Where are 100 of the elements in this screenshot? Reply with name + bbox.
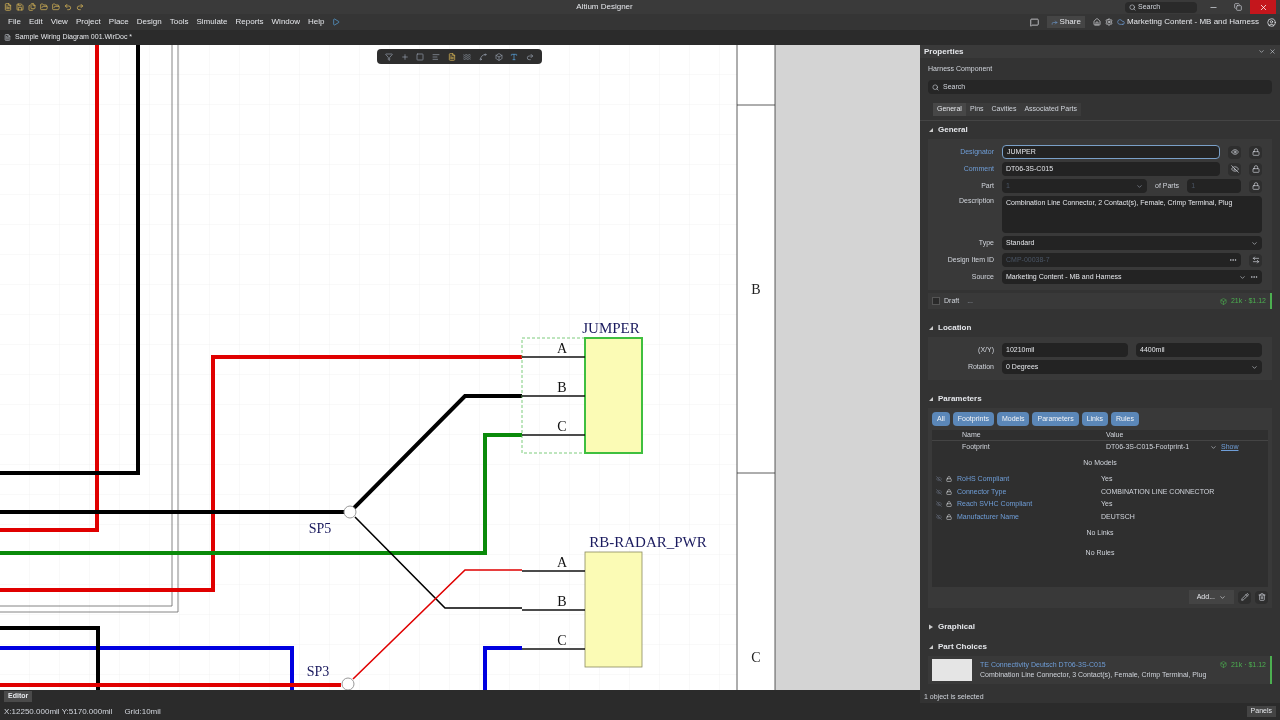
visibility-icon[interactable] <box>1228 145 1241 159</box>
menu-item[interactable]: Tools <box>165 16 193 28</box>
share-icon <box>1050 18 1058 26</box>
more-icon[interactable] <box>1229 256 1237 264</box>
quick-access-icon[interactable] <box>76 3 84 11</box>
pin-line <box>521 434 586 436</box>
section-title[interactable]: General <box>938 124 968 136</box>
expanded-triangle-icon[interactable] <box>928 127 934 133</box>
menu-item[interactable]: Place <box>104 16 133 28</box>
lock-icon[interactable] <box>1249 145 1262 159</box>
pin-label: A <box>556 555 568 570</box>
pin-line <box>521 570 586 572</box>
lock-icon[interactable] <box>946 501 952 508</box>
search-icon <box>932 83 939 91</box>
workspace-button[interactable]: Marketing Content - MB and Harness <box>1116 16 1259 28</box>
toolbar-tool-icon[interactable] <box>510 52 519 61</box>
expanded-triangle-icon[interactable] <box>928 644 934 650</box>
quick-access-icon[interactable] <box>64 3 72 11</box>
menu-item[interactable]: Reports <box>231 16 268 28</box>
pin-label: B <box>557 594 567 609</box>
grid-size: Grid:10mil <box>124 705 161 718</box>
caret-icon <box>1239 273 1246 281</box>
toolbar-tool-icon[interactable] <box>400 52 409 61</box>
lock-icon[interactable] <box>1249 179 1262 193</box>
edit-icon[interactable] <box>1238 590 1251 604</box>
lock-icon[interactable] <box>946 476 952 483</box>
close-icon <box>1258 2 1268 12</box>
lock-icon[interactable] <box>1249 162 1262 176</box>
menu-item[interactable]: Design <box>132 16 166 28</box>
user-icon[interactable] <box>1267 17 1276 27</box>
lock-icon[interactable] <box>946 513 952 520</box>
menu-item[interactable]: File <box>4 16 25 28</box>
zone-label: C <box>751 650 761 665</box>
toolbar-tool-icon[interactable] <box>384 52 393 61</box>
caret-icon <box>1219 593 1226 601</box>
search-icon <box>1129 3 1136 11</box>
quick-access-icon[interactable] <box>4 3 12 11</box>
wire[interactable] <box>354 516 523 609</box>
photo-placeholder <box>932 659 972 681</box>
wire[interactable] <box>0 646 294 690</box>
wire[interactable] <box>0 355 522 592</box>
splice-point[interactable] <box>343 505 357 519</box>
comment-icon[interactable] <box>1029 17 1039 27</box>
toolbar-tool-icon[interactable] <box>463 52 472 61</box>
menu-item[interactable]: Edit <box>24 16 47 28</box>
wire[interactable] <box>0 394 522 514</box>
lock-icon[interactable] <box>946 488 952 495</box>
toolbar-tool-icon[interactable] <box>494 52 503 61</box>
swap-icon[interactable] <box>1249 253 1262 267</box>
wire[interactable] <box>0 433 522 555</box>
home-icon[interactable] <box>1092 18 1101 26</box>
panel-menu-icon[interactable] <box>1258 48 1265 55</box>
pin-line <box>521 395 586 397</box>
more-icon[interactable] <box>1250 273 1258 281</box>
section-title[interactable]: Graphical <box>938 621 975 633</box>
restore-icon[interactable] <box>1234 3 1242 11</box>
share-button[interactable]: Share <box>1046 16 1085 28</box>
section-title[interactable]: Location <box>938 322 972 334</box>
checkbox[interactable] <box>932 297 940 305</box>
caret-icon <box>1136 182 1143 190</box>
play-icon[interactable] <box>332 18 341 26</box>
collapsed-triangle-icon[interactable] <box>928 624 934 630</box>
pin-line <box>521 609 586 611</box>
section-title[interactable]: Parameters <box>938 393 982 405</box>
wire[interactable] <box>352 569 523 680</box>
connector-designator: RB-RADAR_PWR <box>589 534 707 550</box>
toolbar-tool-icon[interactable] <box>431 52 440 61</box>
toolbar-tool-icon[interactable] <box>526 52 535 61</box>
menu-item[interactable]: Simulate <box>192 16 232 28</box>
menu-item[interactable]: Window <box>267 16 304 28</box>
hidden-icon[interactable] <box>1228 162 1241 176</box>
settings-icon[interactable] <box>1104 18 1113 26</box>
menu-item[interactable]: Help <box>304 16 329 28</box>
wire[interactable] <box>483 646 522 690</box>
wire[interactable] <box>0 626 100 690</box>
expanded-triangle-icon[interactable] <box>928 396 934 402</box>
expanded-triangle-icon[interactable] <box>928 325 934 331</box>
pin-label: C <box>557 419 567 434</box>
toolbar-tool-icon[interactable] <box>416 52 425 61</box>
quick-access-icon[interactable] <box>16 3 24 11</box>
close-icon[interactable] <box>1269 48 1276 55</box>
section-title[interactable]: Part Choices <box>938 641 987 653</box>
splice-label: SP5 <box>308 521 332 536</box>
wire[interactable] <box>0 45 140 475</box>
delete-icon[interactable] <box>1255 590 1268 604</box>
zone-label: B <box>751 282 761 297</box>
caret-icon[interactable] <box>1210 443 1217 451</box>
connector-designator: JUMPER <box>582 320 640 336</box>
caret-icon <box>1251 363 1258 371</box>
close-button[interactable] <box>1250 0 1276 14</box>
toolbar-tool-icon[interactable] <box>447 52 456 61</box>
splice-label: SP3 <box>306 664 330 679</box>
menu-item[interactable]: Project <box>71 16 105 28</box>
package-icon <box>1219 661 1227 669</box>
quick-access-icon[interactable] <box>28 3 36 11</box>
menu-item[interactable]: View <box>46 16 72 28</box>
caret-icon <box>1251 239 1258 247</box>
panel-title: Properties <box>924 45 965 58</box>
toolbar-tool-icon[interactable] <box>478 52 487 61</box>
pin-label: B <box>557 380 567 395</box>
